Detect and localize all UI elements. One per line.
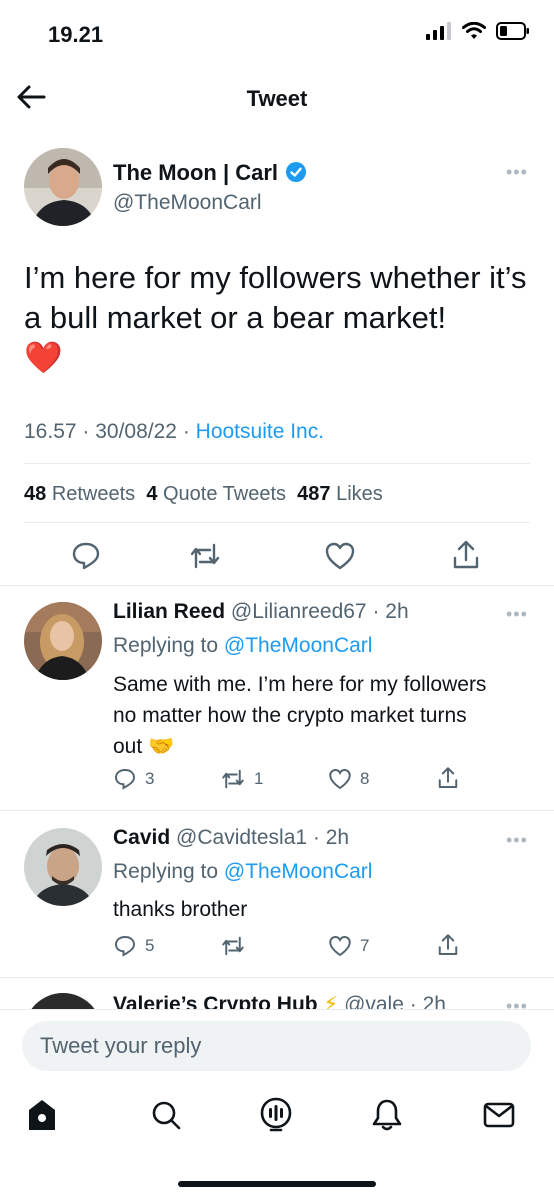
tweet-body: I’m here for my followers whether it’s a… [24,260,527,335]
more-options-icon[interactable]: ••• [506,996,528,1010]
reply-text: Same with me. I’m here for my followers … [113,673,487,758]
share-button[interactable] [450,538,482,572]
reply-partial[interactable]: Valerie’s Crypto Hub ⚡ @vale · 2h ••• [0,978,554,1010]
reply-count: 5 [145,936,155,955]
like-count: 7 [360,936,370,955]
like-count: 8 [360,769,370,788]
home-indicator[interactable] [178,1181,376,1187]
retweet-button[interactable] [188,540,222,572]
reply-icon [115,936,135,957]
retweet-icon [222,936,244,956]
retweet-count: 1 [254,769,264,788]
divider [24,522,530,523]
status-time: 19.21 [48,22,104,47]
author-avatar[interactable] [24,148,102,226]
reply-age: 2h [325,826,350,849]
tab-home[interactable] [27,1098,57,1132]
reply-icon [115,769,135,790]
spaces-icon [260,1097,292,1132]
reply-author-handle[interactable]: @vale [344,993,404,1010]
reply-header: Valerie’s Crypto Hub ⚡ @vale · 2h [113,992,446,1010]
divider [24,463,530,464]
reply-like-button[interactable]: 8 [328,767,369,791]
page-title: Tweet [246,86,308,111]
tweet-emoji: ❤️ [24,340,63,375]
heart-icon [325,542,355,570]
reply-reply-button[interactable]: 3 [113,767,154,791]
reply-header: Cavid @Cavidtesla1 · 2h [113,826,350,849]
tab-spaces[interactable] [259,1097,293,1133]
reply-share-button[interactable] [436,765,460,791]
more-options-icon[interactable]: ••• [506,162,528,183]
reply-count: 3 [145,769,155,788]
likes-stat[interactable]: 487 Likes [297,483,383,505]
reply-input[interactable]: Tweet your reply [22,1021,531,1071]
like-button[interactable] [324,540,356,572]
divider [0,585,554,586]
author-name[interactable]: The Moon | Carl [113,160,278,186]
notifications-icon [372,1099,402,1131]
reply-icon [72,542,100,570]
replying-to: Replying to @TheMoonCarl [113,860,373,883]
signal-icon [426,22,451,40]
reply-like-button[interactable]: 7 [328,934,369,958]
home-icon [29,1100,55,1130]
reply-emoji: 🤝 [148,735,175,758]
reply-age: 2h [385,600,409,623]
replying-to-link[interactable]: @TheMoonCarl [224,634,373,657]
battery-icon [496,22,529,40]
verified-badge-icon [285,161,307,183]
tab-notifications[interactable] [371,1098,403,1132]
tab-messages[interactable] [483,1102,515,1128]
heart-icon [329,936,351,957]
tweet-date: 30/08/22 [95,420,177,443]
divider [0,1009,554,1010]
reply-reply-button[interactable]: 5 [113,934,154,958]
reply-avatar[interactable] [24,602,102,680]
share-icon [453,540,479,569]
tweet-text: I’m here for my followers whether it’s a… [24,258,534,378]
reply-text: thanks brother [113,898,248,921]
divider [0,810,554,811]
author-handle[interactable]: @TheMoonCarl [113,191,262,215]
replying-to-link[interactable]: @TheMoonCarl [224,860,373,883]
messages-icon [483,1102,515,1128]
reply-avatar[interactable] [24,993,102,1010]
retweet-icon [190,543,220,569]
reply-retweet-button[interactable] [220,934,246,958]
reply-author-handle[interactable]: @Cavidtesla1 [176,826,307,849]
more-options-icon[interactable]: ••• [506,830,528,851]
wifi-icon [462,22,486,39]
tweet-meta: 16.57 · 30/08/22 · Hootsuite Inc. [24,420,325,443]
reply-author-name[interactable]: Valerie’s Crypto Hub [113,993,318,1010]
tweet-source[interactable]: Hootsuite Inc. [196,420,324,443]
reply-retweet-button[interactable]: 1 [220,767,263,791]
heart-icon [329,769,351,790]
more-options-icon[interactable]: ••• [506,604,528,625]
tweet-time: 16.57 [24,420,77,443]
reply-age: 2h [422,993,446,1010]
replying-to: Replying to @TheMoonCarl [113,634,373,657]
reply-author-name[interactable]: Cavid [113,826,170,849]
tab-search[interactable] [150,1099,182,1131]
share-icon [438,767,458,788]
tweet-stats: 48 Retweets 4 Quote Tweets 487 Likes [24,483,383,506]
reply-avatar[interactable] [24,828,102,906]
retweets-stat[interactable]: 48 Retweets [24,483,135,505]
retweet-icon [222,769,244,789]
reply-author-name[interactable]: Lilian Reed [113,600,225,623]
share-icon [438,934,458,955]
status-icons [426,22,530,40]
reply-author-handle[interactable]: @Lilianreed67 [231,600,367,623]
reply-header: Lilian Reed @Lilianreed67 · 2h [113,600,409,623]
lightning-icon: ⚡ [323,993,339,1010]
reply-share-button[interactable] [436,932,460,958]
reply-button[interactable] [70,540,102,572]
search-icon [152,1101,181,1130]
quote-tweets-stat[interactable]: 4 Quote Tweets [146,483,286,505]
